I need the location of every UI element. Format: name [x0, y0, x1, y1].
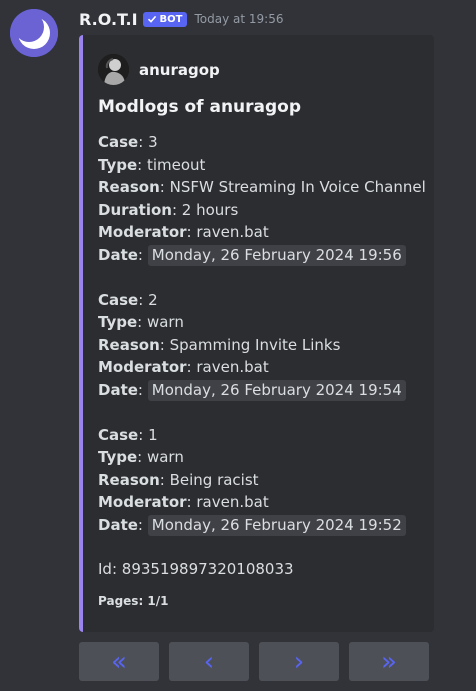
case-number-line: Case: 2 [98, 290, 158, 309]
case-reason-line: Reason: Being racist [98, 470, 259, 489]
reason-label: Reason [98, 335, 160, 354]
previous-page-button[interactable]: ‹ [169, 642, 249, 681]
case-date-timestamp[interactable]: Monday, 26 February 2024 19:56 [147, 244, 406, 266]
case-number: 1 [148, 425, 158, 444]
type-label: Type [98, 313, 138, 331]
pagination-buttons: « ‹ › » [79, 642, 429, 681]
case-type: warn [146, 448, 184, 466]
moderator-label: Moderator [98, 358, 187, 376]
embed-footer: Pages: 1/1 [98, 594, 169, 608]
case-moderator: raven.bat [196, 223, 269, 241]
reason-label: Reason [98, 470, 160, 489]
checkmark-icon [147, 15, 156, 23]
case-label: Case [98, 290, 139, 309]
case-number: 2 [148, 290, 158, 309]
embed-author-name: anuragop [139, 60, 220, 79]
embed-description: Case: 3 Type: timeout Reason: NSFW Strea… [98, 131, 428, 559]
double-chevron-left-icon: « [111, 646, 127, 677]
moderator-label: Moderator [98, 493, 187, 511]
message-timestamp[interactable]: Today at 19:56 [195, 12, 284, 26]
bot-badge-label: BOT [159, 13, 183, 25]
last-page-button[interactable]: » [349, 642, 429, 681]
case-number-line: Case: 3 [98, 133, 158, 151]
reason-label: Reason [98, 178, 160, 196]
case-date-line: Date: Monday, 26 February 2024 19:54 [98, 379, 428, 402]
case-moderator: raven.bat [196, 358, 269, 376]
crescent-moon-icon [10, 9, 58, 57]
embed-title: Modlogs of anuragop [98, 97, 302, 117]
case-duration-line: Duration: 2 hours [98, 200, 239, 219]
embed-author: anuragop [98, 54, 220, 85]
author-avatar [98, 54, 129, 85]
user-id: 893519897320108033 [121, 560, 294, 578]
case-reason: Being racist [169, 470, 259, 489]
case-type: warn [146, 313, 184, 331]
case-type-line: Type: timeout [98, 155, 206, 174]
case-reason-line: Reason: NSFW Streaming In Voice Channel [98, 178, 426, 196]
type-label: Type [98, 448, 138, 466]
next-page-button[interactable]: › [259, 642, 339, 681]
case-label: Case [98, 133, 139, 151]
bot-badge: BOT [142, 11, 187, 27]
first-page-button[interactable]: « [79, 642, 159, 681]
case-date-line: Date: Monday, 26 February 2024 19:56 [98, 244, 428, 267]
case-moderator-line: Moderator: raven.bat [98, 493, 269, 511]
user-id-line: Id: 893519897320108033 [98, 560, 294, 578]
type-label: Type [98, 155, 138, 174]
bot-username[interactable]: R.O.T.I [79, 10, 138, 29]
bot-avatar[interactable] [10, 9, 58, 57]
user-avatar-icon [98, 54, 129, 85]
message-header: R.O.T.I BOT Today at 19:56 [79, 8, 283, 30]
chevron-left-icon: ‹ [203, 646, 215, 677]
modlogs-embed: anuragop Modlogs of anuragop Case: 3 Typ… [79, 35, 434, 632]
date-label: Date [98, 515, 138, 534]
chevron-right-icon: › [293, 646, 305, 677]
case-reason-line: Reason: Spamming Invite Links [98, 335, 341, 354]
duration-label: Duration [98, 200, 172, 219]
case-entry: Case: 2 Type: warn Reason: Spamming Invi… [98, 289, 428, 402]
date-label: Date [98, 380, 138, 399]
case-type-line: Type: warn [98, 448, 184, 466]
case-date-line: Date: Monday, 26 February 2024 19:52 [98, 514, 428, 537]
case-reason: Spamming Invite Links [169, 335, 341, 354]
case-entry: Case: 1 Type: warn Reason: Being racist … [98, 424, 428, 537]
case-type: timeout [146, 155, 206, 174]
case-entry: Case: 3 Type: timeout Reason: NSFW Strea… [98, 131, 428, 266]
double-chevron-right-icon: » [381, 646, 397, 677]
moderator-label: Moderator [98, 223, 187, 241]
case-moderator: raven.bat [196, 493, 269, 511]
case-label: Case [98, 425, 139, 444]
case-duration: 2 hours [181, 200, 239, 219]
date-label: Date [98, 245, 138, 264]
id-label: Id [98, 560, 112, 578]
case-number-line: Case: 1 [98, 425, 158, 444]
case-type-line: Type: warn [98, 313, 184, 331]
case-date-timestamp[interactable]: Monday, 26 February 2024 19:54 [147, 379, 406, 401]
case-date-timestamp[interactable]: Monday, 26 February 2024 19:52 [147, 514, 406, 536]
case-number: 3 [148, 133, 158, 151]
case-moderator-line: Moderator: raven.bat [98, 358, 269, 376]
case-moderator-line: Moderator: raven.bat [98, 223, 269, 241]
case-reason: NSFW Streaming In Voice Channel [169, 178, 426, 196]
